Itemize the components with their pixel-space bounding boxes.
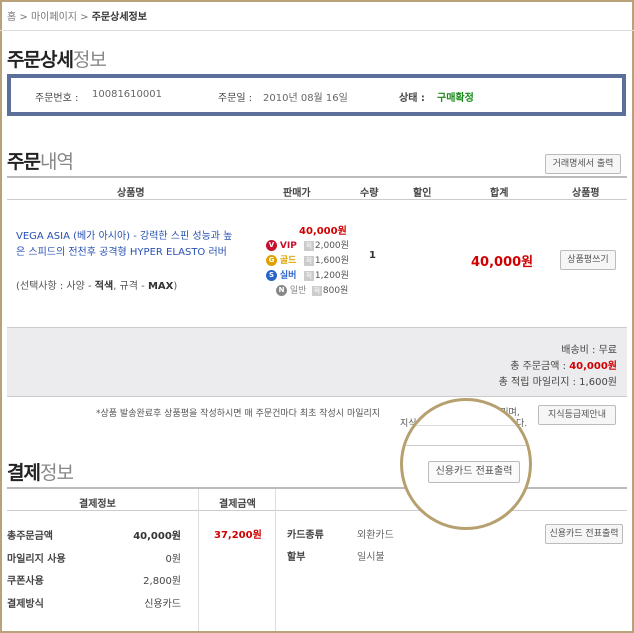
print-statement-button[interactable]: 거래명세서 출력 xyxy=(545,154,621,174)
order-summary: 배송비 : 무료 총 주문금액 : 40,000원 총 적립 마일리지 : 1,… xyxy=(7,327,627,397)
col-total: 합계 xyxy=(490,188,509,199)
divider xyxy=(275,489,276,631)
card-type: 외환카드 xyxy=(357,530,394,541)
card-receipt-button-zoomed[interactable]: 신용카드 전표출력 xyxy=(428,461,520,483)
order-date-label: 주문일 : xyxy=(218,93,253,104)
sale-price: 40,000원 xyxy=(299,226,347,237)
product-name-link[interactable]: VEGA ASIA (베가 아시아) - 강력한 스핀 성능과 높은 스피드의 … xyxy=(16,229,238,261)
grade-row-gold: G 골드 적 1,600원 xyxy=(266,254,349,269)
card-receipt-button[interactable]: 신용카드 전표출력 xyxy=(545,524,623,544)
divider xyxy=(403,425,529,426)
write-review-button[interactable]: 상품평쓰기 xyxy=(560,250,616,270)
order-info-box: 주문번호 : 10081610001 주문일 : 2010년 08월 16일 상… xyxy=(7,74,626,116)
notice-text: *상품 발송완료후 상품평을 작성하시면 매 주문건마다 최초 작성시 마일리지 xyxy=(96,409,381,419)
payment-section-title: 결제정보 xyxy=(7,462,74,484)
col-product: 상품명 xyxy=(117,188,145,199)
product-option: (선택사항 : 사양 - 적색, 규격 - MAX) xyxy=(16,281,178,292)
silver-icon: S xyxy=(266,270,277,281)
card-type-label: 카드종류 xyxy=(287,530,324,541)
col-payment-info: 결제정보 xyxy=(79,499,116,510)
order-total: 총 주문금액 : 40,000원 xyxy=(510,361,617,372)
payment-table-header: 결제정보 결제금액 xyxy=(7,487,627,511)
breadcrumb: 홈 > 마이페이지 > 주문상세정보 xyxy=(7,12,147,23)
order-no-label: 주문번호 : xyxy=(35,93,79,104)
status-badge: 구매확정 xyxy=(437,93,474,104)
order-date: 2010년 08월 16일 xyxy=(263,93,348,104)
normal-icon: N xyxy=(276,285,287,296)
breadcrumb-mypage[interactable]: 마이페이지 xyxy=(31,12,77,23)
quantity: 1 xyxy=(369,250,376,261)
mileage-icon: 적 xyxy=(303,240,314,251)
col-discount: 할인 xyxy=(413,188,432,199)
status-label: 상태 : xyxy=(399,93,425,104)
col-price: 판매가 xyxy=(283,188,311,199)
total-mileage: 총 적립 마일리지 : 1,600원 xyxy=(498,377,617,388)
payment-row: 총주문금액 40,000원 xyxy=(7,531,181,542)
order-section-title: 주문내역 xyxy=(7,151,74,173)
col-payment-amount: 결제금액 xyxy=(219,499,256,510)
shipping-fee: 배송비 : 무료 xyxy=(561,345,617,356)
order-table-header: 상품명 판매가 수량 할인 합계 상품평 xyxy=(7,176,627,200)
mileage-icon: 적 xyxy=(303,270,314,281)
grade-row-vip: V VIP 적 2,000원 xyxy=(266,239,349,254)
vip-icon: V xyxy=(266,240,277,251)
col-review: 상품평 xyxy=(572,188,600,199)
payment-row: 결제방식 신용카드 xyxy=(7,598,181,610)
page-title: 주문상세정보 xyxy=(7,49,107,71)
breadcrumb-current: 주문상세정보 xyxy=(91,12,147,23)
order-no: 10081610001 xyxy=(92,89,162,100)
mileage-icon: 적 xyxy=(303,255,314,266)
grade-mileage-list: V VIP 적 2,000원 G 골드 적 1,600원 S 실버 적 1,200원 N 일… xyxy=(266,239,349,299)
installment-label: 할부 xyxy=(287,552,306,563)
payment-row: 쿠폰사용 2,800원 xyxy=(7,576,181,587)
row-total: 40,000원 xyxy=(471,255,534,270)
breadcrumb-home[interactable]: 홈 xyxy=(7,12,16,23)
col-qty: 수량 xyxy=(360,188,379,199)
mileage-icon: 적 xyxy=(311,285,322,296)
installment: 일시불 xyxy=(357,552,385,563)
payment-amount: 37,200원 xyxy=(214,530,262,541)
gold-icon: G xyxy=(266,255,277,266)
divider xyxy=(198,489,199,631)
payment-row: 마일리지 사용 0원 xyxy=(7,553,181,565)
divider xyxy=(0,30,634,31)
grade-row-normal: N 일반 적 800원 xyxy=(266,284,349,299)
payment-info-list: 총주문금액 40,000원 마일리지 사용 0원 쿠폰사용 2,800원 결제방식 신용… xyxy=(7,526,193,616)
magnifier-callout: 신용카드 전표출력 xyxy=(400,398,532,530)
grade-row-silver: S 실버 적 1,200원 xyxy=(266,269,349,284)
knowledge-grade-guide-button[interactable]: 지식등급제안내 xyxy=(538,405,616,425)
divider xyxy=(403,445,529,446)
